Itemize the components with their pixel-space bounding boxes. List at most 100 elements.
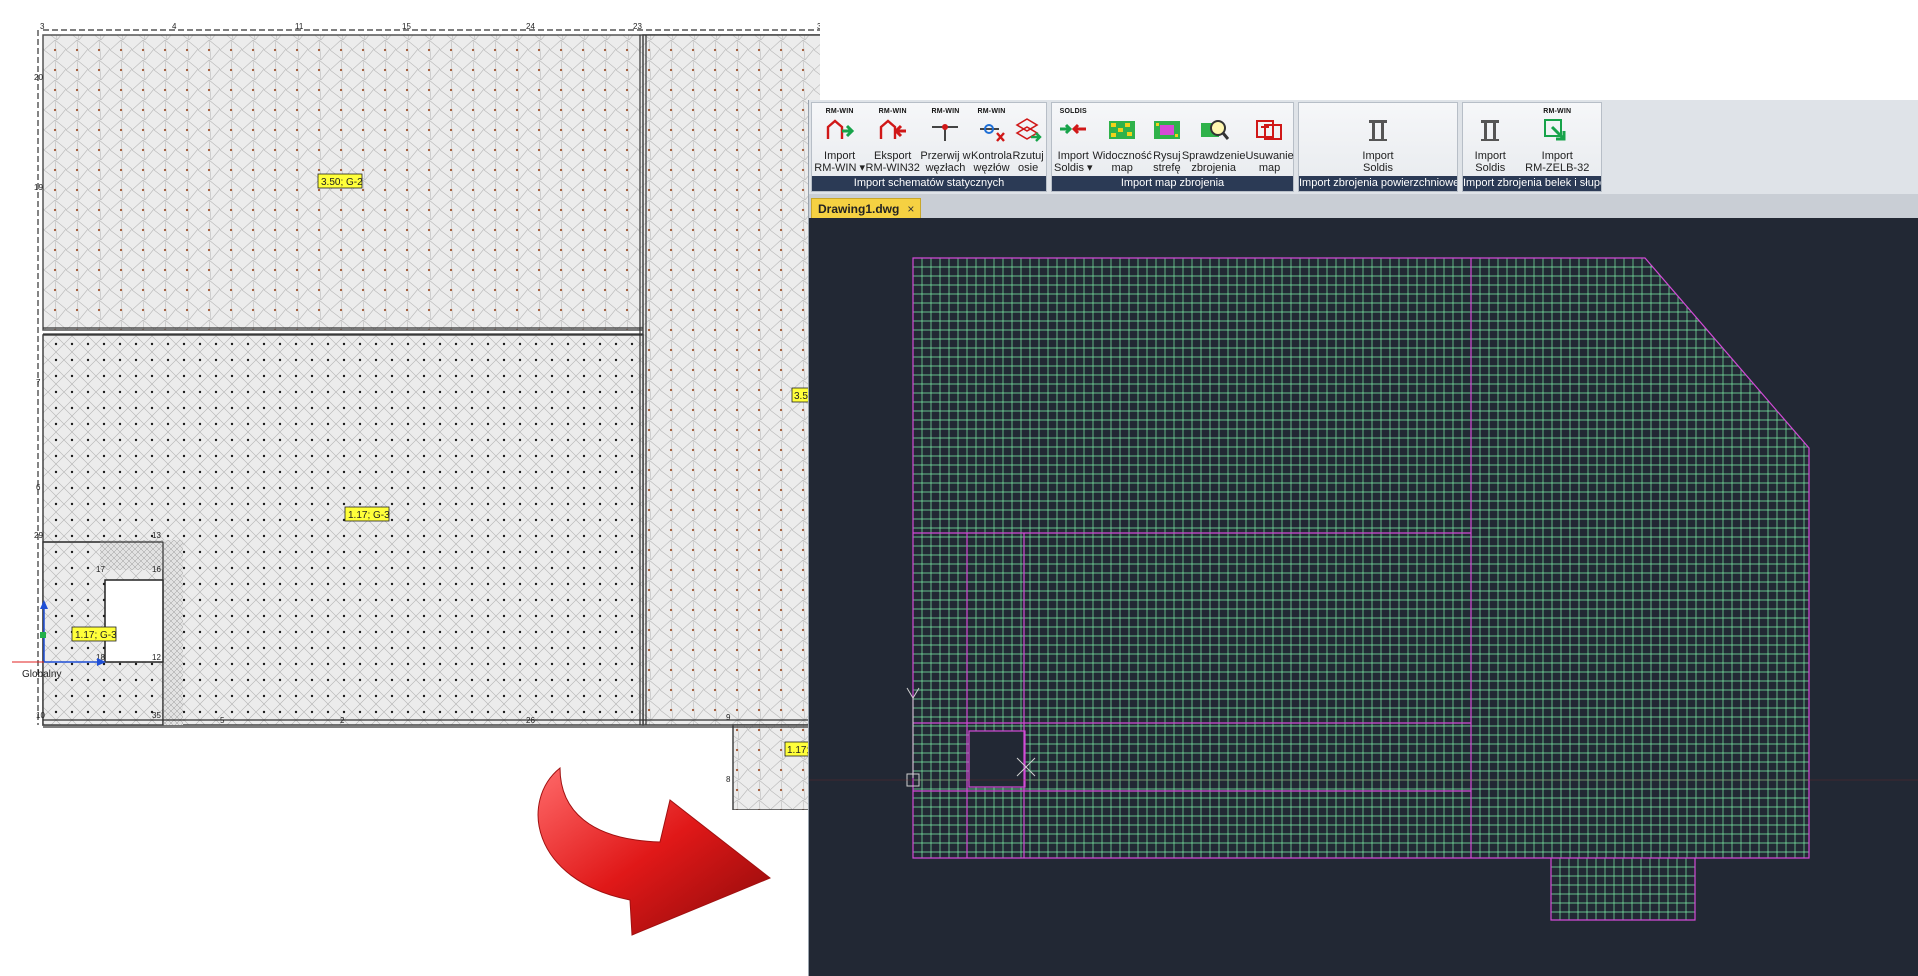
ribbon-button-map-visibility[interactable]: Widoczność map (1093, 103, 1152, 174)
svg-text:5: 5 (220, 716, 225, 725)
ribbon-button-import-rmwin[interactable]: RM-WIN Import RM-WIN ▾ (814, 103, 865, 174)
ribbon-group-label: Import zbrojenia powierzchniowego (1299, 176, 1457, 191)
tool-brand: RM-WIN (931, 108, 960, 115)
cad-window: RM-WIN Import RM-WIN ▾ RM-WIN Eksport RM-WI… (808, 100, 1918, 976)
svg-text:19: 19 (34, 183, 43, 192)
svg-text:2: 2 (340, 716, 345, 725)
ribbon-group-tools: SOLDIS Import Soldis ▾ Widoczność map Rysuj… (1052, 103, 1294, 176)
draw-zone-icon (1152, 116, 1182, 150)
ribbon-button-break-nodes[interactable]: RM-WIN Przerwij w węzłach (920, 103, 970, 174)
ribbon: RM-WIN Import RM-WIN ▾ RM-WIN Eksport RM-WI… (809, 102, 1918, 194)
tool-brand: RM-WIN (977, 108, 1006, 115)
document-tabbar: Drawing1.dwg × (809, 194, 1918, 219)
svg-text:7: 7 (36, 378, 41, 387)
fem-panel-right (642, 34, 901, 726)
ribbon-button-project-axes[interactable]: Rzutuj osie (1013, 103, 1044, 174)
ribbon-group-2: SOLDIS Import Soldis ▾ Widoczność map Rysuj… (1051, 102, 1294, 192)
coordinate-label: Globalny (22, 669, 61, 680)
tool-brand: RM-WIN (825, 108, 854, 115)
tool-label: Przerwij w węzłach (920, 150, 971, 174)
svg-text:12: 12 (152, 653, 161, 662)
import-soldis-icon (1058, 116, 1088, 150)
ribbon-group-3: Import Soldis Import zbrojenia powierzchn… (1298, 102, 1458, 192)
cad-opening (968, 730, 1026, 788)
fem-label-3: 1.17; G-3 (75, 630, 117, 641)
reinforcement-grid-main (913, 258, 1809, 858)
svg-text:10: 10 (36, 711, 45, 720)
fem-label-1: 3.50; G-2 (321, 177, 363, 188)
tool-label: Rzutuj osie (1012, 150, 1044, 174)
export-rmwin-icon (878, 116, 908, 150)
map-visibility-icon (1107, 116, 1137, 150)
project-axes-icon (1013, 116, 1043, 150)
svg-text:11: 11 (295, 22, 304, 31)
tool-label: Widoczność map (1092, 150, 1152, 174)
tool-brand: SOLDIS (1059, 108, 1087, 115)
import-rmzelb-icon (1542, 116, 1572, 150)
svg-text:29: 29 (34, 531, 43, 540)
tab-label: Drawing1.dwg (818, 202, 900, 216)
svg-text:17: 17 (96, 565, 105, 574)
break-nodes-icon (930, 116, 960, 150)
tool-brand: RM-WIN (878, 108, 907, 115)
tool-label: Kontrola węzłów (971, 150, 1013, 174)
ribbon-button-remove-maps[interactable]: Usuwanie map (1245, 103, 1294, 174)
fem-model-view: 3.50; G-2 1.17; G-3 1.17; G-3 3.5 1.17; … (0, 0, 901, 811)
import-rmwin-icon (825, 116, 855, 150)
svg-text:26: 26 (526, 716, 535, 725)
svg-text:4: 4 (172, 22, 177, 31)
svg-text:15: 15 (402, 22, 411, 31)
ribbon-group-tools: Import Soldis (1299, 103, 1457, 176)
ribbon-group-label: Import zbrojenia belek i słupów (1463, 176, 1601, 191)
transfer-arrow-icon (520, 760, 780, 960)
tool-label: Import RM-ZELB-32 (1525, 150, 1590, 174)
tool-label: Import RM-WIN ▾ (814, 150, 865, 174)
ribbon-button-check-reinforcement[interactable]: Sprawdzenie zbrojenia (1181, 103, 1246, 174)
check-reinforcement-icon (1199, 116, 1229, 150)
ribbon-group-label: Import schematów statycznych (812, 176, 1046, 191)
svg-text:23: 23 (633, 22, 642, 31)
ribbon-button-draw-zone[interactable]: Rysuj strefę (1152, 103, 1182, 174)
tool-brand: RM-WIN (1543, 108, 1572, 115)
ribbon-button-import-soldis-beams[interactable]: Import Soldis (1475, 103, 1506, 174)
tool-label: Import Soldis (1474, 150, 1506, 174)
ucs-y-axis-icon (906, 687, 920, 778)
ribbon-group-4: Import Soldis RM-WIN Import RM-ZELB-32 Impo… (1462, 102, 1602, 192)
ribbon-group-1: RM-WIN Import RM-WIN ▾ RM-WIN Eksport RM-WI… (811, 102, 1047, 192)
svg-text:20: 20 (34, 73, 43, 82)
svg-text:3: 3 (40, 22, 45, 31)
tool-label: Import Soldis ▾ (1054, 150, 1093, 174)
import-soldis-beams-icon (1475, 116, 1505, 150)
close-icon[interactable]: × (907, 202, 914, 216)
fem-label-2: 1.17; G-3 (348, 510, 390, 521)
ribbon-button-node-control[interactable]: RM-WIN Kontrola węzłów (971, 103, 1012, 174)
ribbon-button-import-soldis-surface[interactable]: Import Soldis (1362, 103, 1394, 174)
tool-label: Eksport RM-WIN32 (865, 150, 920, 174)
tool-label: Usuwanie map (1245, 150, 1294, 174)
tool-label: Rysuj strefę (1153, 150, 1181, 174)
ribbon-button-export-rmwin[interactable]: RM-WIN Eksport RM-WIN32 (866, 103, 920, 174)
ribbon-group-tools: Import Soldis RM-WIN Import RM-ZELB-32 (1463, 103, 1601, 176)
svg-text:9: 9 (726, 713, 731, 722)
svg-text:13: 13 (152, 531, 161, 540)
fem-label-5: 1.17; (787, 745, 809, 756)
ribbon-button-import-soldis[interactable]: SOLDIS Import Soldis ▾ (1054, 103, 1093, 174)
tool-label: Sprawdzenie zbrojenia (1181, 150, 1246, 174)
svg-text:16: 16 (152, 565, 161, 574)
drawing-canvas[interactable] (809, 218, 1918, 976)
tool-label: Import Soldis (1362, 150, 1394, 174)
reinforcement-grid-bottom (1550, 857, 1696, 920)
tab-drawing1[interactable]: Drawing1.dwg × (811, 198, 922, 219)
svg-text:35: 35 (152, 711, 161, 720)
ribbon-group-tools: RM-WIN Import RM-WIN ▾ RM-WIN Eksport RM-WI… (812, 103, 1046, 176)
svg-text:24: 24 (526, 22, 535, 31)
ribbon-button-import-rmzelb[interactable]: RM-WIN Import RM-ZELB-32 (1525, 103, 1589, 174)
svg-text:33: 33 (817, 22, 820, 31)
remove-maps-icon (1255, 116, 1285, 150)
import-soldis-surface-icon (1363, 116, 1393, 150)
node-control-icon (977, 116, 1007, 150)
fem-label-4: 3.5 (794, 391, 808, 402)
ribbon-group-label: Import map zbrojenia (1052, 176, 1293, 191)
fem-opening (104, 579, 164, 663)
svg-text:6: 6 (36, 483, 41, 492)
